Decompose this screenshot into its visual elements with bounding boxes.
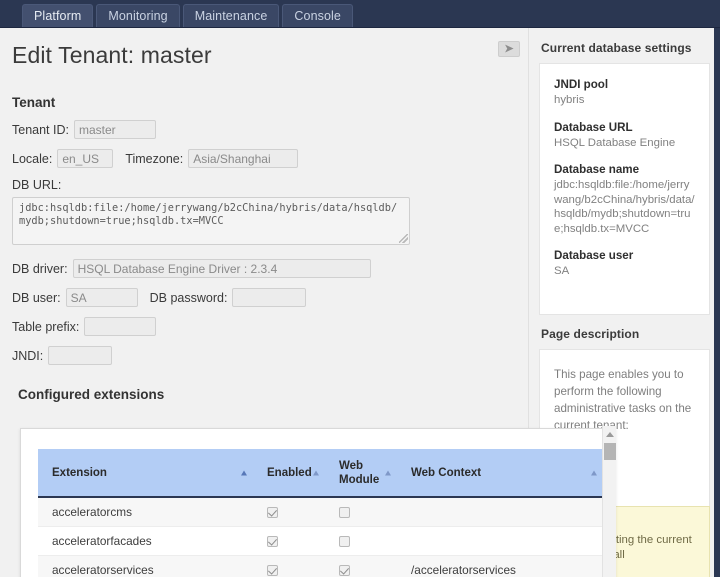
db-password-input[interactable] — [232, 288, 306, 307]
app-root: Platform Monitoring Maintenance Console … — [0, 0, 720, 577]
column-header-extension[interactable]: Extension — [38, 449, 253, 497]
vertical-scrollbar[interactable] — [602, 426, 616, 577]
sort-arrow-icon[interactable] — [591, 470, 597, 475]
configured-extensions-heading: Configured extensions — [18, 387, 512, 402]
cell-web-module — [325, 526, 397, 555]
sort-arrow-icon[interactable] — [385, 470, 391, 475]
table-row[interactable]: acceleratorcms — [38, 497, 603, 526]
database-user-label: Database user — [554, 249, 695, 262]
jndi-row: JNDI: — [12, 346, 512, 365]
db-password-label: DB password: — [150, 291, 228, 305]
page-description-heading: Page description — [539, 315, 710, 349]
resize-grip-icon[interactable] — [399, 234, 408, 243]
extensions-table: Extension Enabled Web Module Web Co — [38, 449, 603, 577]
enabled-checkbox[interactable] — [267, 507, 278, 518]
cell-web-context — [397, 526, 603, 555]
db-driver-input[interactable] — [73, 259, 371, 278]
nav-tab-monitoring[interactable]: Monitoring — [96, 4, 179, 27]
table-prefix-row: Table prefix: — [12, 317, 512, 336]
cell-web-context: /acceleratorservices — [397, 555, 603, 577]
cell-enabled — [253, 555, 325, 577]
cell-enabled — [253, 497, 325, 526]
column-label-web-context: Web Context — [411, 466, 603, 480]
table-row[interactable]: acceleratorfacades — [38, 526, 603, 555]
tenant-id-label: Tenant ID: — [12, 123, 69, 137]
extensions-table-body: acceleratorcmsacceleratorfacadesaccelera… — [38, 497, 603, 577]
page-title: Edit Tenant: master — [12, 42, 512, 69]
tenant-id-row: Tenant ID: — [12, 120, 512, 139]
web-module-checkbox[interactable] — [339, 565, 350, 576]
cell-web-module — [325, 497, 397, 526]
timezone-label: Timezone: — [125, 152, 183, 166]
jndi-label: JNDI: — [12, 349, 43, 363]
cell-enabled — [253, 526, 325, 555]
cell-web-module — [325, 555, 397, 577]
db-url-label: DB URL: — [12, 178, 512, 192]
db-settings-card: JNDI pool hybris Database URL HSQL Datab… — [539, 63, 710, 315]
table-prefix-label: Table prefix: — [12, 320, 79, 334]
jndi-input[interactable] — [48, 346, 112, 365]
scrollbar-thumb[interactable] — [604, 443, 616, 460]
web-module-checkbox[interactable] — [339, 536, 350, 547]
cell-extension: acceleratorfacades — [38, 526, 253, 555]
column-header-enabled[interactable]: Enabled — [253, 449, 325, 497]
collapse-sidebar-button[interactable]: ➤ — [498, 41, 520, 57]
locale-timezone-row: Locale: Timezone: — [12, 149, 512, 168]
db-driver-row: DB driver: — [12, 259, 512, 278]
cell-extension: acceleratorservices — [38, 555, 253, 577]
table-prefix-input[interactable] — [84, 317, 156, 336]
db-user-label: DB user: — [12, 291, 61, 305]
database-name-label: Database name — [554, 163, 695, 176]
timezone-input[interactable] — [188, 149, 298, 168]
db-user-input[interactable] — [66, 288, 138, 307]
column-header-web-context[interactable]: Web Context — [397, 449, 603, 497]
tenant-section-heading: Tenant — [12, 95, 512, 110]
locale-label: Locale: — [12, 152, 52, 166]
cell-extension: acceleratorcms — [38, 497, 253, 526]
db-url-textarea[interactable]: jdbc:hsqldb:file:/home/jerrywang/b2cChin… — [12, 197, 410, 245]
tenant-id-input[interactable] — [74, 120, 156, 139]
database-user-value: SA — [554, 264, 695, 279]
locale-input[interactable] — [57, 149, 113, 168]
column-label-extension: Extension — [52, 466, 253, 480]
enabled-checkbox[interactable] — [267, 565, 278, 576]
scroll-up-arrow-icon[interactable] — [606, 432, 614, 437]
column-header-web-module[interactable]: Web Module — [325, 449, 397, 497]
nav-tab-console[interactable]: Console — [282, 4, 353, 27]
web-module-checkbox[interactable] — [339, 507, 350, 518]
page-body: Edit Tenant: master Tenant Tenant ID: Lo… — [0, 28, 720, 577]
sort-arrow-icon[interactable] — [241, 470, 247, 475]
database-url-label: Database URL — [554, 121, 695, 134]
extensions-table-panel: Extension Enabled Web Module Web Co — [20, 428, 616, 577]
jndi-pool-label: JNDI pool — [554, 78, 695, 91]
enabled-checkbox[interactable] — [267, 536, 278, 547]
nav-tab-platform[interactable]: Platform — [22, 4, 93, 27]
table-header-row: Extension Enabled Web Module Web Co — [38, 449, 603, 497]
db-driver-label: DB driver: — [12, 262, 68, 276]
db-settings-heading: Current database settings — [539, 28, 710, 63]
nav-tab-maintenance[interactable]: Maintenance — [183, 4, 280, 27]
page-description-text: This page enables you to perform the fol… — [554, 366, 695, 434]
jndi-pool-value: hybris — [554, 93, 695, 108]
cell-web-context — [397, 497, 603, 526]
database-name-value: jdbc:hsqldb:file:/home/jerrywang/b2cChin… — [554, 178, 695, 236]
db-credentials-row: DB user: DB password: — [12, 288, 512, 307]
table-row[interactable]: acceleratorservices/acceleratorservices — [38, 555, 603, 577]
sort-arrow-icon[interactable] — [313, 470, 319, 475]
top-navbar: Platform Monitoring Maintenance Console — [0, 0, 720, 28]
db-url-value: jdbc:hsqldb:file:/home/jerrywang/b2cChin… — [19, 202, 397, 227]
database-url-value: HSQL Database Engine — [554, 136, 695, 151]
